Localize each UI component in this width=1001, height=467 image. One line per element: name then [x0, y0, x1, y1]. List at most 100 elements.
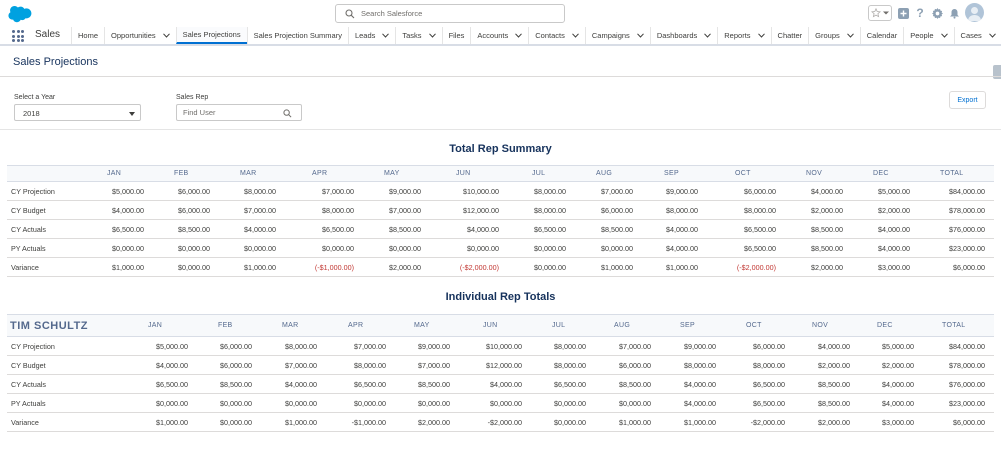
table-cell: $0,000.00 [354, 398, 386, 408]
table-cell: $8,500.00 [818, 398, 850, 408]
table-cell: $4,000.00 [882, 398, 914, 408]
search-input[interactable] [361, 7, 556, 20]
column-header: SEP [680, 322, 695, 329]
nav-tab-label: Sales Projection Summary [253, 31, 342, 40]
nav-tab-groups[interactable]: Groups [808, 27, 860, 44]
table-cell: $0,000.00 [490, 398, 522, 408]
nav-tab-home[interactable]: Home [71, 27, 104, 44]
nav-tab-dashboards[interactable]: Dashboards [649, 27, 717, 44]
chevron-down-icon[interactable] [162, 33, 170, 38]
table-row: CY Projection $5,000.00 $6,000.00 $8,000.00… [7, 337, 994, 356]
nav-tab-label: Sales Projections [182, 30, 241, 39]
help-button[interactable]: ? [914, 5, 926, 21]
nav-tab-sales-projection-summary[interactable]: Sales Projection Summary [246, 27, 348, 44]
nav-tabs: Home Opportunities Sales Projections Sales … [71, 27, 1001, 44]
column-header: TOTAL [940, 170, 964, 177]
nav-tab-cases[interactable]: Cases [953, 27, 1001, 44]
table-cell: -$1,000.00 [351, 417, 386, 427]
table-cell: $4,000.00 [666, 243, 698, 253]
table-row: CY Actuals $6,500.00 $8,500.00 $4,000.00 $6,… [7, 220, 994, 239]
column-header: DEC [877, 322, 893, 329]
find-user-input[interactable] [183, 107, 279, 118]
table-cell: $8,000.00 [554, 341, 586, 351]
column-header: JAN [107, 170, 122, 177]
table-row: CY Actuals $6,500.00 $8,500.00 $4,000.00 $6,… [7, 375, 994, 394]
table-cell: $8,000.00 [753, 360, 785, 370]
row-label: CY Actuals [11, 224, 47, 234]
table-cell: $8,000.00 [534, 205, 566, 215]
table-cell: $7,000.00 [354, 341, 386, 351]
nav-tab-people[interactable]: People [903, 27, 953, 44]
table-cell: $0,000.00 [156, 398, 188, 408]
favorites-button[interactable] [868, 5, 892, 21]
sales-rep-lookup[interactable] [176, 104, 302, 121]
table-cell: $6,000.00 [619, 360, 651, 370]
global-search[interactable] [335, 4, 565, 23]
chevron-down-icon[interactable] [572, 33, 579, 38]
table-cell: $0,000.00 [554, 398, 586, 408]
table-cell: $8,000.00 [684, 360, 716, 370]
nav-tab-files[interactable]: Files [441, 27, 471, 44]
notifications-button[interactable] [948, 5, 960, 21]
chevron-down-icon[interactable] [846, 33, 854, 38]
table-cell: $0,000.00 [619, 398, 651, 408]
chevron-down-icon[interactable] [940, 33, 948, 38]
setup-button[interactable] [931, 5, 943, 21]
table-cell: $6,500.00 [156, 379, 188, 389]
table-cell: $1,000.00 [244, 262, 276, 272]
table-cell: $4,000.00 [818, 341, 850, 351]
table-row: PY Actuals $0,000.00 $0,000.00 $0,000.00 $0,… [7, 394, 994, 413]
table-cell: $4,000.00 [244, 224, 276, 234]
individual-title: Individual Rep Totals [445, 291, 556, 303]
bell-icon [949, 8, 959, 19]
table-cell: $3,000.00 [882, 417, 914, 427]
table-cell: $2,000.00 [811, 205, 843, 215]
column-header: MAY [384, 170, 400, 177]
nav-tab-calendar[interactable]: Calendar [859, 27, 903, 44]
column-header: NOV [806, 170, 823, 177]
table-cell: $8,000.00 [744, 205, 776, 215]
export-button[interactable]: Export [949, 91, 986, 109]
nav-tab-accounts[interactable]: Accounts [470, 27, 528, 44]
dropdown-arrow-icon [129, 112, 135, 116]
table-cell: $7,000.00 [619, 341, 651, 351]
salesforce-logo[interactable] [8, 6, 34, 23]
global-actions-button[interactable] [897, 5, 909, 21]
table-cell: $4,000.00 [666, 224, 698, 234]
nav-tab-opportunities[interactable]: Opportunities [104, 27, 176, 44]
table-cell: $9,000.00 [389, 186, 421, 196]
nav-tab-chatter[interactable]: Chatter [770, 27, 809, 44]
column-header: AUG [596, 170, 613, 177]
nav-tab-contacts[interactable]: Contacts [528, 27, 585, 44]
user-avatar[interactable] [965, 3, 984, 22]
chevron-down-icon[interactable] [428, 33, 436, 38]
nav-tab-leads[interactable]: Leads [347, 27, 395, 44]
nav-tab-label: People [910, 31, 934, 40]
column-header: APR [312, 170, 328, 177]
nav-tab-reports[interactable]: Reports [717, 27, 770, 44]
chevron-down-icon[interactable] [704, 33, 712, 38]
table-cell: $1,000.00 [619, 417, 651, 427]
chevron-down-icon[interactable] [636, 33, 644, 38]
chevron-down-icon[interactable] [988, 33, 996, 38]
table-cell: $8,500.00 [220, 379, 252, 389]
table-cell: $0,000.00 [285, 398, 317, 408]
table-cell: $8,500.00 [811, 243, 843, 253]
nav-tab-campaigns[interactable]: Campaigns [584, 27, 650, 44]
nav-tab-label: Groups [815, 31, 840, 40]
app-launcher-icon[interactable] [12, 30, 24, 42]
table-cell: $2,000.00 [878, 205, 910, 215]
chevron-down-icon[interactable] [382, 33, 390, 38]
table-cell: $7,000.00 [389, 205, 421, 215]
year-select[interactable]: 2018 [14, 104, 141, 121]
table-cell: $6,000.00 [178, 186, 210, 196]
nav-tab-tasks[interactable]: Tasks [395, 27, 441, 44]
nav-tab-label: Dashboards [656, 31, 698, 40]
table-cell: $0,000.00 [112, 243, 144, 253]
table-cell: $4,000.00 [878, 243, 910, 253]
chevron-down-icon[interactable] [515, 33, 523, 38]
nav-tab-sales-projections[interactable]: Sales Projections [175, 27, 247, 44]
table-cell: $8,500.00 [178, 224, 210, 234]
chevron-down-icon[interactable] [757, 33, 765, 38]
individual-table-header: TIM SCHULTZ JAN FEB MAR APR MAY JUN JUL AUG SEP O… [7, 314, 994, 337]
